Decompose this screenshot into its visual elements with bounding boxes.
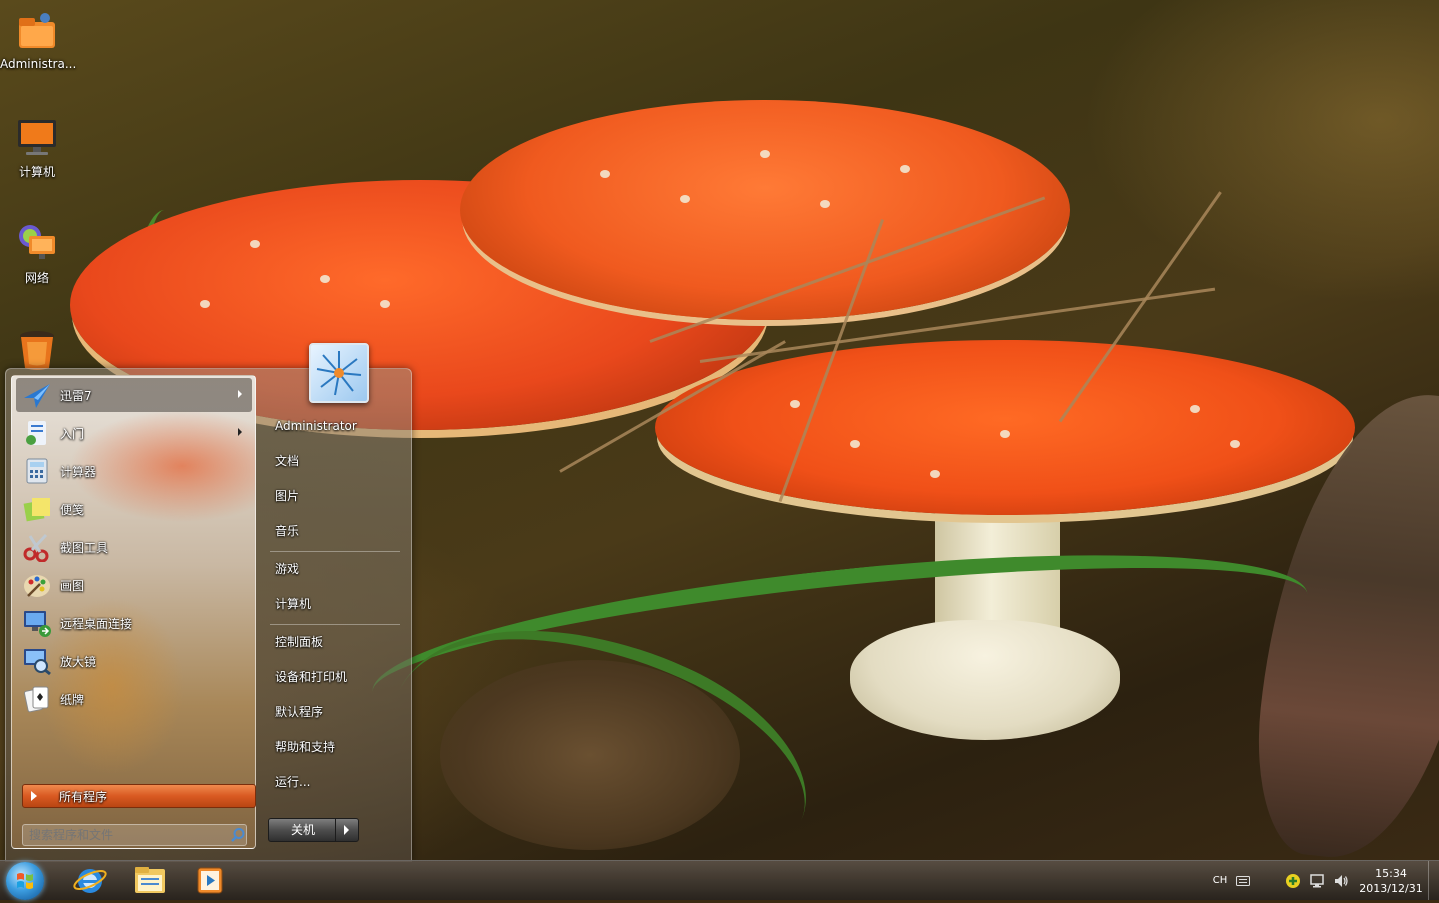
cap-spot xyxy=(760,150,770,158)
xunlei-bird-icon xyxy=(22,380,52,410)
taskbar-media-player[interactable] xyxy=(184,863,236,898)
computer-icon xyxy=(15,116,59,160)
desktop-icon-computer[interactable]: 计算机 xyxy=(0,116,74,180)
remote-desktop-icon xyxy=(22,608,52,638)
cap-spot xyxy=(1230,440,1240,448)
program-item-xunlei[interactable]: 迅雷7 xyxy=(16,378,252,412)
link-run[interactable]: 运行... xyxy=(264,768,415,796)
getting-started-icon xyxy=(22,418,52,448)
start-menu: 迅雷7 入门 计算器 便笺 截图工具 画图 远程桌面连接 放大镜 纸牌 所有程序… xyxy=(5,343,415,862)
input-method-keyboard-icon[interactable] xyxy=(1234,861,1252,900)
show-desktop-button[interactable] xyxy=(1428,861,1439,900)
desktop-icon-label: 网络 xyxy=(24,271,49,285)
network-tray-icon[interactable] xyxy=(1308,861,1326,900)
cap-spot xyxy=(1000,430,1010,438)
desktop-icon-label: Administra... xyxy=(0,57,77,71)
media-player-icon xyxy=(197,867,223,894)
link-music[interactable]: 音乐 xyxy=(264,517,415,545)
start-menu-programs-pane: 迅雷7 入门 计算器 便笺 截图工具 画图 远程桌面连接 放大镜 纸牌 所有程序… xyxy=(11,375,256,849)
desktop-icon-administrator[interactable]: Administra... xyxy=(0,10,77,71)
clock[interactable]: 15:34 2013/12/31 xyxy=(1356,861,1426,900)
search-icon[interactable] xyxy=(230,827,246,843)
program-label: 便笺 xyxy=(60,502,85,517)
link-documents[interactable]: 文档 xyxy=(264,447,415,475)
calculator-icon xyxy=(22,456,52,486)
cap-spot xyxy=(680,195,690,203)
clock-date: 2013/12/31 xyxy=(1359,881,1423,895)
shutdown-button[interactable]: 关机 xyxy=(268,818,338,842)
menu-separator xyxy=(270,551,400,552)
start-button[interactable] xyxy=(6,862,44,900)
mushroom-cap xyxy=(655,340,1355,515)
program-label: 放大镜 xyxy=(60,654,97,669)
program-item-calculator[interactable]: 计算器 xyxy=(16,454,252,488)
cap-spot xyxy=(320,275,330,283)
program-label: 截图工具 xyxy=(60,540,109,555)
link-computer[interactable]: 计算机 xyxy=(264,590,415,618)
magnifier-icon xyxy=(22,646,52,676)
sticky-notes-icon xyxy=(22,494,52,524)
link-pictures[interactable]: 图片 xyxy=(264,482,415,510)
all-programs-label: 所有程序 xyxy=(59,789,108,804)
windows-logo-icon xyxy=(17,873,33,889)
program-item-sticky-notes[interactable]: 便笺 xyxy=(16,492,252,526)
cap-spot xyxy=(790,400,800,408)
program-item-getting-started[interactable]: 入门 xyxy=(16,416,252,450)
program-label: 迅雷7 xyxy=(60,388,92,403)
cap-spot xyxy=(900,165,910,173)
windows-explorer-icon xyxy=(135,867,165,893)
recycle-bin-icon xyxy=(15,328,59,372)
language-indicator[interactable]: CH xyxy=(1206,861,1234,900)
shutdown-options-button[interactable] xyxy=(335,818,359,842)
link-help-support[interactable]: 帮助和支持 xyxy=(264,733,415,761)
program-item-snipping-tool[interactable]: 截图工具 xyxy=(16,530,252,564)
all-programs-button[interactable]: 所有程序 xyxy=(22,784,256,808)
cap-spot xyxy=(850,440,860,448)
desktop-icon-label: 计算机 xyxy=(18,165,55,179)
user-account-picture[interactable] xyxy=(309,343,369,403)
link-default-programs[interactable]: 默认程序 xyxy=(264,698,415,726)
program-item-paint[interactable]: 画图 xyxy=(16,568,252,602)
cap-spot xyxy=(820,200,830,208)
link-games[interactable]: 游戏 xyxy=(264,555,415,583)
desktop-icon-network[interactable]: 网络 xyxy=(0,222,74,286)
cap-spot xyxy=(250,240,260,248)
user-folder-icon xyxy=(15,10,59,54)
taskbar: CH 15:34 2013/12/31 xyxy=(0,860,1439,900)
update-tray-icon[interactable] xyxy=(1284,861,1302,900)
paint-palette-icon xyxy=(22,570,52,600)
link-devices-printers[interactable]: 设备和打印机 xyxy=(264,663,415,691)
cap-spot xyxy=(600,170,610,178)
clock-time: 15:34 xyxy=(1375,866,1407,880)
mushroom-cap xyxy=(460,100,1070,320)
link-control-panel[interactable]: 控制面板 xyxy=(264,628,415,656)
taskbar-internet-explorer[interactable] xyxy=(64,863,116,898)
arrow-right-icon xyxy=(31,791,37,801)
start-search-input[interactable] xyxy=(22,824,247,846)
program-item-magnifier[interactable]: 放大镜 xyxy=(16,644,252,678)
program-label: 远程桌面连接 xyxy=(60,616,133,631)
cap-spot xyxy=(930,470,940,478)
menu-separator xyxy=(270,624,400,625)
program-item-remote-desktop[interactable]: 远程桌面连接 xyxy=(16,606,252,640)
language-label: CH xyxy=(1212,875,1228,886)
cap-spot xyxy=(1190,405,1200,413)
program-label: 纸牌 xyxy=(60,692,85,707)
program-item-solitaire[interactable]: 纸牌 xyxy=(16,682,252,716)
program-label: 画图 xyxy=(60,578,85,593)
program-label: 入门 xyxy=(60,426,85,441)
playing-cards-icon xyxy=(22,684,52,714)
scissors-icon xyxy=(22,532,52,563)
cap-spot xyxy=(200,300,210,308)
volume-icon[interactable] xyxy=(1332,861,1350,900)
network-icon xyxy=(15,222,59,266)
link-user-folder[interactable]: Administrator xyxy=(264,412,415,440)
submenu-arrow-icon xyxy=(238,390,242,398)
submenu-arrow-icon xyxy=(238,428,242,436)
taskbar-windows-explorer[interactable] xyxy=(124,863,176,898)
internet-explorer-icon xyxy=(73,869,107,893)
cap-spot xyxy=(380,300,390,308)
program-label: 计算器 xyxy=(60,464,97,479)
